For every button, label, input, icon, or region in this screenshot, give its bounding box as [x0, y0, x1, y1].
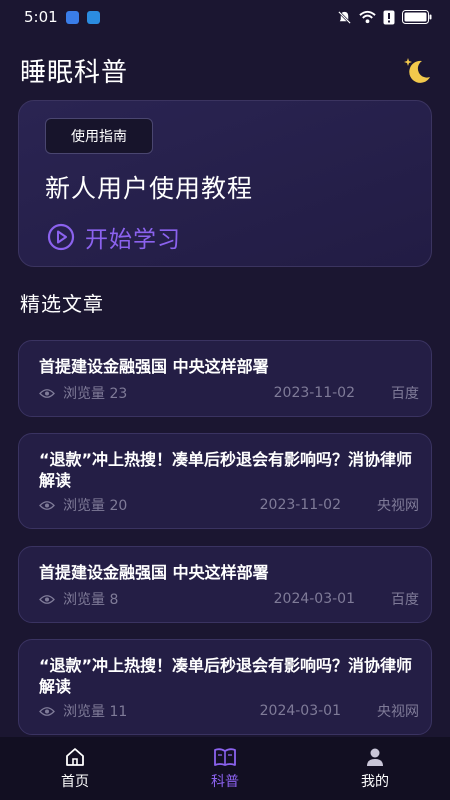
page-title: 睡眠科普: [20, 57, 129, 88]
article-card[interactable]: 首提建设金融强国 中央这样部署 浏览量 8 2024-03-01 百度: [18, 546, 432, 623]
eye-icon: [39, 388, 55, 398]
views-count: 浏览量 23: [63, 386, 128, 402]
article-card[interactable]: 首提建设金融强国 中央这样部署 浏览量 23 2023-11-02 百度: [18, 340, 432, 417]
article-title: 首提建设金融强国 中央这样部署: [39, 563, 269, 582]
views-count: 浏览量 8: [63, 592, 119, 608]
mute-icon: [338, 10, 351, 24]
tutorial-card[interactable]: 使用指南 新人用户使用教程 开始学习: [18, 100, 432, 267]
article-meta: 浏览量 11 2024-03-01 央视网: [39, 701, 419, 721]
views: 浏览量 11: [39, 701, 260, 721]
section-title: 精选文章: [20, 292, 104, 316]
tab-home[interactable]: 首页: [0, 737, 150, 800]
status-time: 5:01: [24, 8, 58, 26]
article-source: 百度: [391, 592, 419, 608]
header: 睡眠科普: [20, 50, 432, 90]
guide-badge: 使用指南: [45, 118, 153, 154]
bottom-tab-bar: 首页 科普 我的: [0, 737, 450, 800]
article-source: 央视网: [377, 704, 419, 720]
article-date: 2024-03-01: [273, 591, 355, 607]
views: 浏览量 20: [39, 495, 260, 515]
status-bar: 5:01: [0, 0, 450, 34]
article-meta: 浏览量 23 2023-11-02 百度: [39, 383, 419, 403]
article-source: 央视网: [377, 498, 419, 514]
tab-science[interactable]: 科普: [150, 737, 300, 800]
start-learning-label: 开始学习: [85, 227, 181, 253]
eye-icon: [39, 594, 55, 604]
wifi-icon: [359, 10, 376, 24]
views: 浏览量 8: [39, 589, 274, 609]
status-left: 5:01: [24, 8, 100, 26]
status-right: [337, 10, 432, 25]
article-card[interactable]: “退款”冲上热搜！凑单后秒退会有影响吗？消协律师解读 浏览量 20 2023-1…: [18, 433, 432, 529]
home-icon: [66, 748, 84, 766]
tab-mine-label: 我的: [361, 774, 389, 790]
article-card[interactable]: “退款”冲上热搜！凑单后秒退会有影响吗？消协律师解读 浏览量 11 2024-0…: [18, 639, 432, 735]
app-notification-icon: [65, 10, 79, 24]
article-date: 2023-11-02: [273, 385, 355, 401]
article-meta: 浏览量 20 2023-11-02 央视网: [39, 495, 419, 515]
article-source: 百度: [391, 386, 419, 402]
eye-icon: [39, 500, 55, 510]
views: 浏览量 23: [39, 383, 274, 403]
tutorial-title: 新人用户使用教程: [45, 174, 254, 203]
tab-home-label: 首页: [61, 774, 89, 790]
views-count: 浏览量 20: [63, 498, 128, 514]
battery-icon: [402, 10, 432, 24]
user-icon: [367, 748, 383, 766]
play-circle-icon: [47, 223, 75, 251]
search-notification-icon: [86, 10, 100, 24]
article-date: 2023-11-02: [259, 497, 341, 513]
book-icon: [214, 748, 236, 766]
start-learning-button[interactable]: 开始学习: [47, 220, 181, 254]
tab-science-label: 科普: [211, 774, 239, 790]
article-title: “退款”冲上热搜！凑单后秒退会有影响吗？消协律师解读: [39, 656, 413, 696]
article-title: “退款”冲上热搜！凑单后秒退会有影响吗？消协律师解读: [39, 450, 413, 490]
article-meta: 浏览量 8 2024-03-01 百度: [39, 589, 419, 609]
alert-icon: [383, 10, 395, 24]
article-title: 首提建设金融强国 中央这样部署: [39, 357, 269, 376]
tab-mine[interactable]: 我的: [300, 737, 450, 800]
moon-stars-icon[interactable]: [400, 55, 432, 85]
eye-icon: [39, 706, 55, 716]
article-date: 2024-03-01: [259, 703, 341, 719]
views-count: 浏览量 11: [63, 704, 128, 720]
